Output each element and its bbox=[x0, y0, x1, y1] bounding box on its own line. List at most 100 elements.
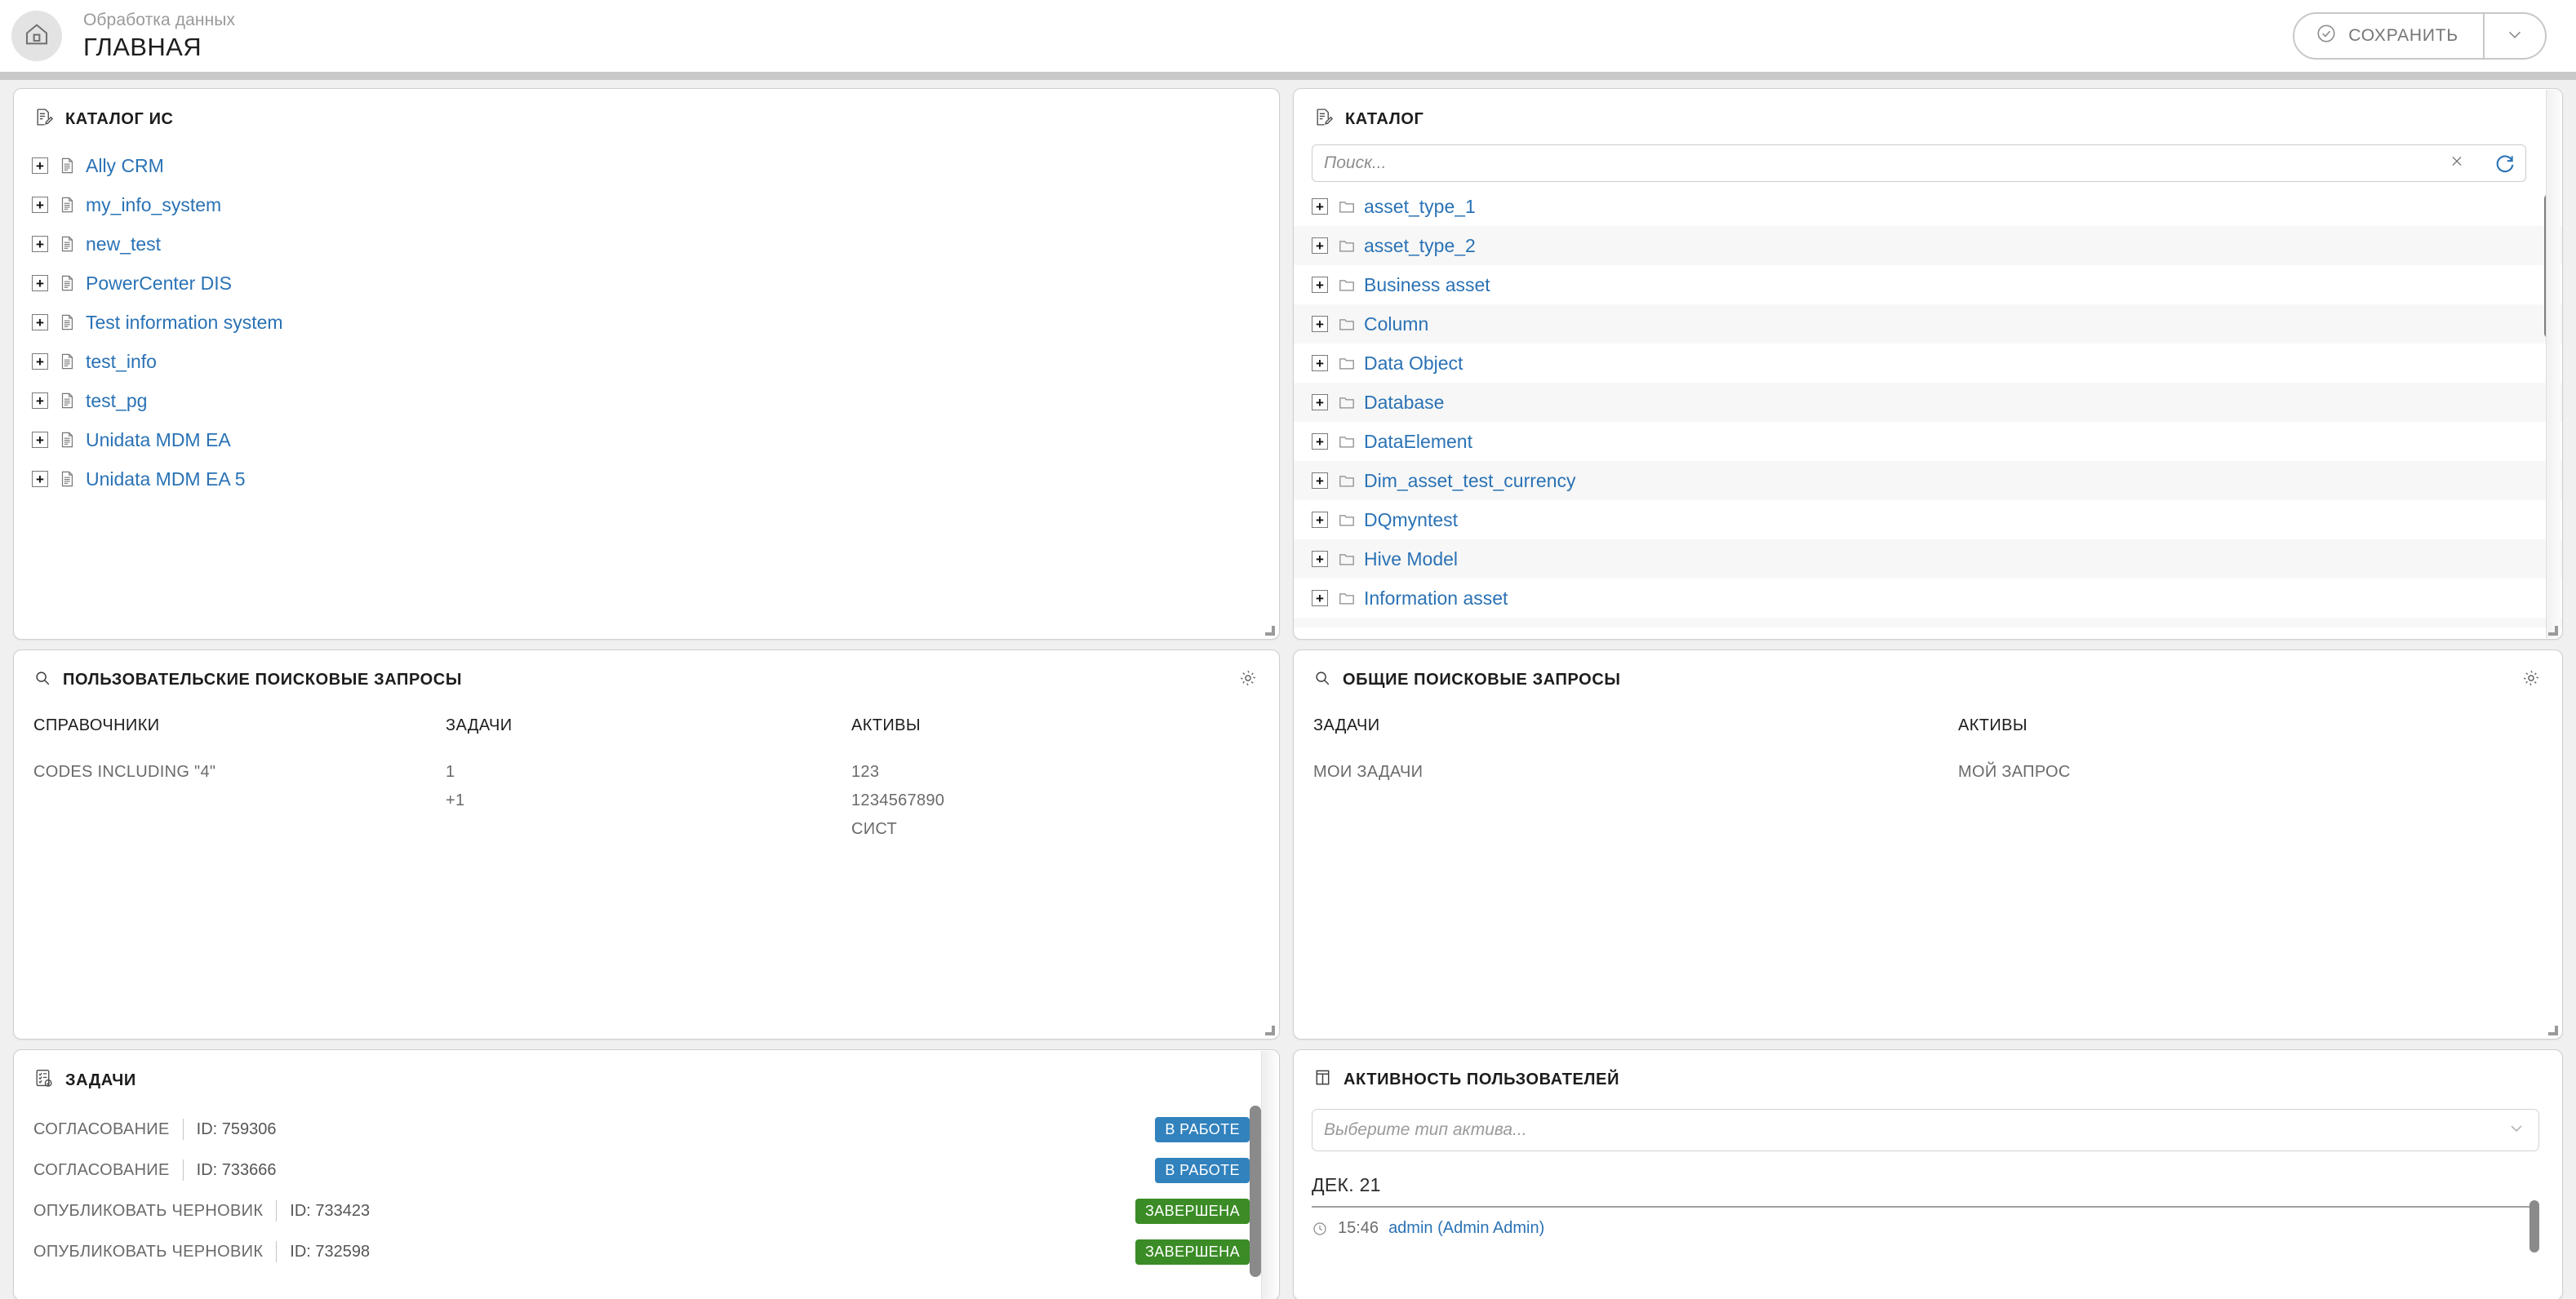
catalog-tree-row[interactable]: + Business asset bbox=[1294, 265, 2562, 304]
catalog-item-label[interactable]: Column bbox=[1364, 313, 1428, 335]
user-query-value[interactable]: 1 bbox=[446, 758, 851, 787]
home-button[interactable] bbox=[11, 11, 62, 61]
task-row[interactable]: СОГЛАСОВАНИЕ ID: 733666 В РАБОТЕ bbox=[14, 1150, 1279, 1190]
panel-resize-handle[interactable] bbox=[1262, 1022, 1275, 1035]
expand-toggle-icon[interactable]: + bbox=[32, 392, 48, 409]
catalog-tree-row[interactable]: +Key Constraint bbox=[1294, 618, 2562, 627]
expand-toggle-icon[interactable]: + bbox=[1312, 316, 1328, 332]
catalog-item-label[interactable]: asset_type_2 bbox=[1364, 235, 1476, 257]
catalog-item-label[interactable]: DQmyntest bbox=[1364, 509, 1458, 531]
is-catalog-item-label[interactable]: my_info_system bbox=[86, 194, 221, 216]
document-icon bbox=[61, 471, 73, 487]
panel-resize-handle[interactable] bbox=[2545, 1022, 2558, 1035]
expand-toggle-icon[interactable]: + bbox=[32, 157, 48, 174]
is-catalog-item-label[interactable]: Unidata MDM EA bbox=[86, 429, 231, 451]
catalog-tree-row[interactable]: + asset_type_1 bbox=[1294, 187, 2562, 226]
is-catalog-header: КАТАЛОГ ИС bbox=[14, 89, 1279, 136]
user-query-value[interactable]: 123 bbox=[851, 758, 1259, 787]
catalog-panel-scroll-track[interactable] bbox=[2546, 90, 2560, 638]
expand-toggle-icon[interactable]: + bbox=[32, 471, 48, 487]
is-catalog-item-label[interactable]: PowerCenter DIS bbox=[86, 273, 232, 295]
expand-toggle-icon[interactable]: + bbox=[32, 314, 48, 330]
catalog-item-label[interactable]: Data Object bbox=[1364, 352, 1463, 375]
is-catalog-tree-row[interactable]: + test_info bbox=[14, 342, 1279, 381]
user-query-value[interactable]: СИСТ bbox=[851, 815, 1259, 844]
expand-toggle-icon[interactable]: + bbox=[1312, 355, 1328, 371]
expand-toggle-icon[interactable]: + bbox=[1312, 394, 1328, 410]
tasks-scroll-track[interactable] bbox=[1261, 1051, 1277, 1299]
is-catalog-item-label[interactable]: test_info bbox=[86, 351, 157, 373]
is-catalog-tree-row[interactable]: + test_pg bbox=[14, 381, 1279, 420]
panel-resize-handle[interactable] bbox=[1262, 623, 1275, 636]
expand-toggle-icon[interactable]: + bbox=[32, 275, 48, 291]
save-dropdown-button[interactable] bbox=[2483, 14, 2545, 58]
task-row[interactable]: ОПУБЛИКОВАТЬ ЧЕРНОВИК ID: 733423 ЗАВЕРШЕНА bbox=[14, 1190, 1279, 1231]
is-catalog-tree-row[interactable]: + Ally CRM bbox=[14, 146, 1279, 185]
catalog-item-label[interactable]: Key Constraint bbox=[1364, 627, 1487, 628]
catalog-tree-row[interactable]: + asset_type_2 bbox=[1294, 226, 2562, 265]
expand-toggle-icon[interactable]: + bbox=[1312, 472, 1328, 489]
is-catalog-item-label[interactable]: test_pg bbox=[86, 390, 147, 412]
is-catalog-tree-row[interactable]: + Test information system bbox=[14, 303, 1279, 342]
clear-search-icon[interactable] bbox=[2448, 153, 2466, 175]
catalog-item-label[interactable]: DataElement bbox=[1364, 431, 1472, 453]
catalog-item-label[interactable]: Database bbox=[1364, 392, 1444, 414]
user-query-value[interactable]: 1234567890 bbox=[851, 787, 1259, 815]
is-catalog-item-label[interactable]: Test information system bbox=[86, 312, 283, 334]
panel-resize-handle[interactable] bbox=[2545, 623, 2558, 636]
expand-toggle-icon[interactable]: + bbox=[1312, 512, 1328, 528]
activity-user-link[interactable]: admin (Admin Admin) bbox=[1388, 1219, 1544, 1238]
expand-toggle-icon[interactable]: + bbox=[1312, 237, 1328, 254]
activity-scrollbar-thumb[interactable] bbox=[2529, 1200, 2539, 1252]
document-icon bbox=[61, 392, 73, 409]
save-button[interactable]: СОХРАНИТЬ bbox=[2294, 14, 2483, 58]
common-query-value[interactable]: МОИ ЗАДАЧИ bbox=[1313, 758, 1958, 787]
is-catalog-tree-row[interactable]: + new_test bbox=[14, 224, 1279, 264]
catalog-item-label[interactable]: Information asset bbox=[1364, 587, 1508, 610]
is-catalog-tree-row[interactable]: + my_info_system bbox=[14, 185, 1279, 224]
catalog-item-label[interactable]: Business asset bbox=[1364, 274, 1490, 296]
gear-icon[interactable] bbox=[1238, 668, 1258, 692]
common-query-value[interactable]: МОЙ ЗАПРОС bbox=[1958, 758, 2529, 787]
catalog-tree: + asset_type_1 + asset_type_2 + Business asse… bbox=[1294, 187, 2562, 627]
tasks-scrollbar-thumb[interactable] bbox=[1250, 1106, 1261, 1277]
expand-toggle-icon[interactable]: + bbox=[32, 353, 48, 370]
task-row[interactable]: СОГЛАСОВАНИЕ ID: 759306 В РАБОТЕ bbox=[14, 1109, 1279, 1150]
catalog-tree-row[interactable]: + DQmyntest bbox=[1294, 500, 2562, 539]
expand-toggle-icon[interactable]: + bbox=[1312, 277, 1328, 293]
asset-type-select[interactable]: Выберите тип актива... bbox=[1312, 1109, 2539, 1151]
is-catalog-item-label[interactable]: new_test bbox=[86, 233, 161, 255]
is-catalog-item-label[interactable]: Ally CRM bbox=[86, 155, 164, 177]
expand-toggle-icon[interactable]: + bbox=[32, 432, 48, 448]
catalog-tree-row[interactable]: + DataElement bbox=[1294, 422, 2562, 461]
catalog-tree-row[interactable]: + Database bbox=[1294, 383, 2562, 422]
expand-toggle-icon[interactable]: + bbox=[32, 236, 48, 252]
catalog-item-label[interactable]: asset_type_1 bbox=[1364, 196, 1476, 218]
is-catalog-item-label[interactable]: Unidata MDM EA 5 bbox=[86, 468, 246, 490]
catalog-search-input[interactable] bbox=[1312, 144, 2526, 182]
task-row[interactable]: ОПУБЛИКОВАТЬ ЧЕРНОВИК ID: 732598 ЗАВЕРШЕНА bbox=[14, 1231, 1279, 1272]
document-icon bbox=[61, 353, 73, 370]
refresh-icon[interactable] bbox=[2494, 152, 2516, 175]
catalog-tree-row[interactable]: + Information asset bbox=[1294, 579, 2562, 618]
catalog-item-label[interactable]: Dim_asset_test_currency bbox=[1364, 470, 1576, 492]
catalog-tree-row[interactable]: + Hive Model bbox=[1294, 539, 2562, 579]
activity-entry[interactable]: 15:46 admin (Admin Admin) bbox=[1312, 1219, 2539, 1238]
expand-toggle-icon[interactable]: + bbox=[1312, 198, 1328, 215]
catalog-item-label[interactable]: Hive Model bbox=[1364, 548, 1458, 570]
is-catalog-tree-row[interactable]: + Unidata MDM EA bbox=[14, 420, 1279, 459]
expand-toggle-icon[interactable]: + bbox=[1312, 551, 1328, 567]
gear-icon[interactable] bbox=[2521, 668, 2541, 692]
catalog-tree-row[interactable]: + Column bbox=[1294, 304, 2562, 344]
catalog-tree-row[interactable]: + Data Object bbox=[1294, 344, 2562, 383]
user-query-value[interactable]: CODES INCLUDING "4" bbox=[33, 758, 446, 787]
catalog-tree-row[interactable]: + Dim_asset_test_currency bbox=[1294, 461, 2562, 500]
expand-toggle-icon[interactable]: + bbox=[32, 197, 48, 213]
is-catalog-tree-row[interactable]: + PowerCenter DIS bbox=[14, 264, 1279, 303]
is-catalog-tree-row[interactable]: + Unidata MDM EA 5 bbox=[14, 459, 1279, 499]
expand-toggle-icon[interactable]: + bbox=[1312, 590, 1328, 606]
chevron-down-icon[interactable] bbox=[2507, 1119, 2526, 1142]
catalog-header: КАТАЛОГ bbox=[1294, 89, 2562, 136]
expand-toggle-icon[interactable]: + bbox=[1312, 433, 1328, 450]
user-query-value[interactable]: +1 bbox=[446, 787, 851, 815]
